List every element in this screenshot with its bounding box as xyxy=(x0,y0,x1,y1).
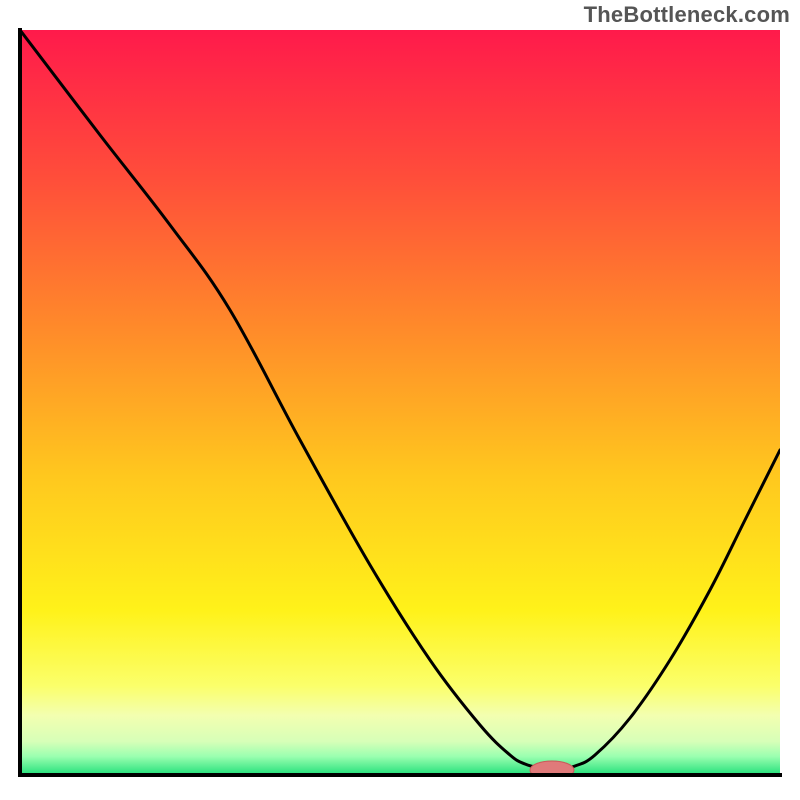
bottleneck-chart: TheBottleneck.com xyxy=(0,0,800,800)
gradient-background-rect xyxy=(20,30,780,775)
chart-svg xyxy=(0,0,800,800)
